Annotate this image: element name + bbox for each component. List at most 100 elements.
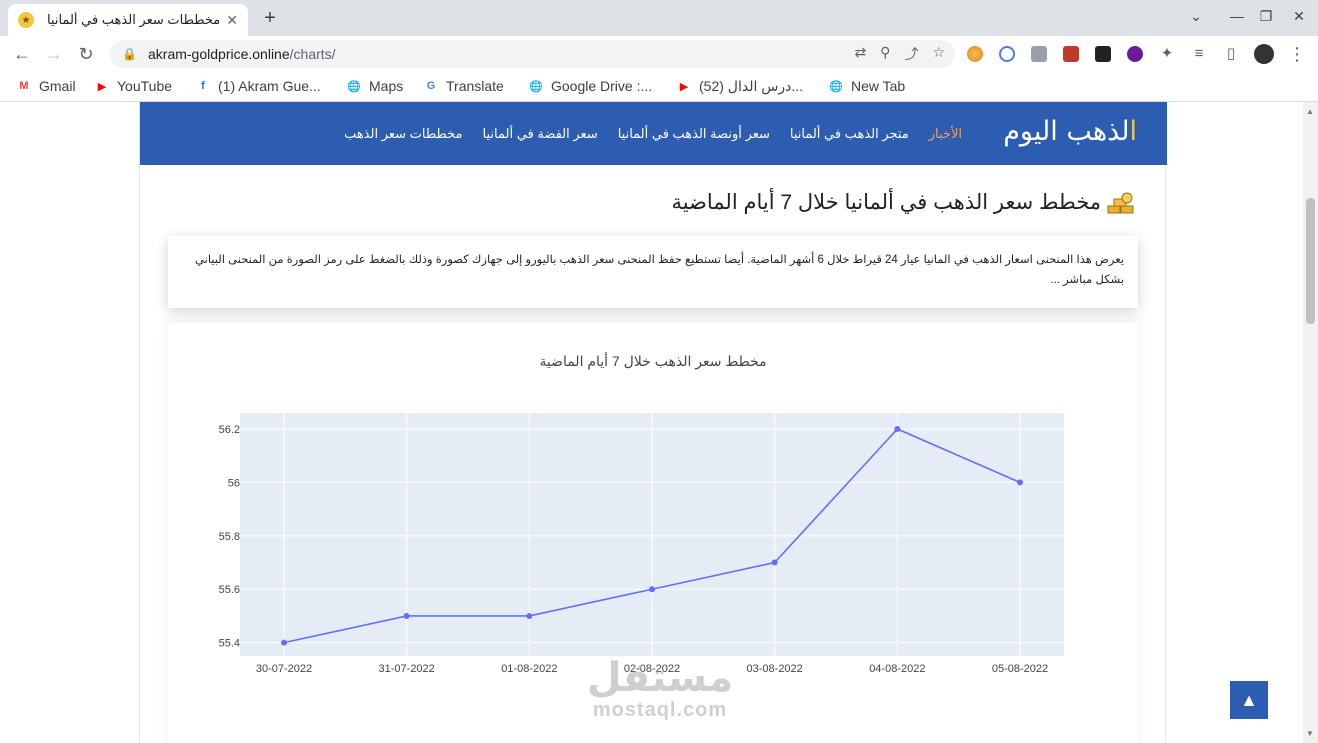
tab-title: مخططات سعر الذهب في ألمانيا <box>46 12 221 27</box>
bookmark-item[interactable]: M Gmail <box>16 78 76 94</box>
share-icon[interactable]: ⤴ <box>904 44 918 64</box>
restore-icon[interactable]: ❐ <box>1255 8 1277 25</box>
globe-icon: 🌐 <box>829 80 843 93</box>
bookmark-item[interactable]: f (1) Akram Gue... <box>195 78 321 94</box>
youtube-icon: ▶ <box>679 81 689 93</box>
bookmark-item[interactable]: G Translate <box>423 78 504 94</box>
media-icon[interactable]: ≡ <box>1187 42 1211 66</box>
profile-avatar[interactable] <box>1254 44 1274 64</box>
x-tick-label: 04-08-2022 <box>869 663 925 675</box>
x-tick-label: 31-07-2022 <box>379 663 435 675</box>
description-text: يعرض هذا المنحنى اسعار الذهب في المانيا … <box>195 254 1124 286</box>
bookmark-item[interactable]: 🌐 New Tab <box>828 78 905 94</box>
y-tick-label: 56.2 <box>219 424 240 436</box>
extension-icon[interactable] <box>1031 46 1047 62</box>
data-point[interactable] <box>771 559 778 566</box>
gold-favicon-icon: ★ <box>18 12 34 28</box>
bookmark-star-icon[interactable]: ☆ <box>932 44 945 64</box>
watermark-english: mostaql.com <box>592 699 728 721</box>
close-window-icon[interactable]: ✕ <box>1288 8 1310 25</box>
bookmark-label: (52) درس الدال... <box>699 78 804 94</box>
zoom-icon[interactable]: ⚲ <box>880 44 890 64</box>
scroll-down-arrow-icon[interactable]: ▼ <box>1306 729 1314 738</box>
bookmark-item[interactable]: ▶ YouTube <box>94 78 172 94</box>
extension-icon[interactable] <box>967 46 983 62</box>
menu-kebab-icon[interactable]: ⋮ <box>1285 42 1309 66</box>
tab-search-icon[interactable]: ⌄ <box>1185 8 1207 25</box>
y-tick-label: 55.4 <box>219 638 240 650</box>
url-host: akram-goldprice.online <box>148 46 290 62</box>
site-brand[interactable]: الذهب اليوم <box>1003 116 1137 147</box>
bookmark-label: New Tab <box>851 78 906 94</box>
bookmark-label: YouTube <box>117 78 173 94</box>
browser-toolbar: ← → ↻ 🔒 akram-goldprice.online/charts/ ⇄… <box>0 36 1318 72</box>
menu-item-silver-price[interactable]: سعر الفضة في ألمانيا <box>483 126 598 142</box>
x-tick-label: 01-08-2022 <box>501 663 557 675</box>
side-panel-icon[interactable]: ▯ <box>1219 42 1243 66</box>
data-point[interactable] <box>526 612 533 619</box>
brand-rest: لذهب اليوم <box>1003 116 1130 147</box>
page-scrollbar[interactable]: ▲ ▼ <box>1303 102 1318 743</box>
gold-bars-icon <box>1107 192 1134 213</box>
extensions-puzzle-icon[interactable]: ✦ <box>1155 42 1179 66</box>
translate-page-icon[interactable]: ⇄ <box>854 44 866 64</box>
new-tab-button[interactable]: + <box>258 6 282 30</box>
extension-icon[interactable] <box>1063 46 1079 62</box>
y-tick-label: 55.8 <box>219 531 240 543</box>
lock-icon[interactable]: 🔒 <box>122 47 137 61</box>
tab-strip: ★ مخططات سعر الذهب في ألمانيا ✕ + ⌄ — ❐ … <box>0 0 1318 36</box>
bookmark-label: Translate <box>446 78 504 94</box>
bookmark-label: Google Drive :... <box>551 78 653 94</box>
data-point[interactable] <box>1017 479 1023 486</box>
url-path: /charts/ <box>289 46 336 62</box>
mostaql-watermark: مستقل mostaql.com <box>580 657 740 722</box>
bookmark-label: (1) Akram Gue... <box>218 78 321 94</box>
back-icon[interactable]: ← <box>10 42 34 66</box>
reload-icon[interactable]: ↻ <box>74 42 98 66</box>
site-navbar: الذهب اليوم الأخبار متجر الذهب في ألماني… <box>140 102 1167 165</box>
menu-item-gold-charts[interactable]: مخططات سعر الذهب <box>344 126 462 142</box>
back-to-top-button[interactable]: ▲ <box>1230 681 1268 719</box>
watermark-arabic: مستقل <box>586 656 734 700</box>
x-tick-label: 30-07-2022 <box>256 663 312 675</box>
data-point[interactable] <box>894 426 901 433</box>
forward-icon[interactable]: → <box>42 42 66 66</box>
bookmark-label: Gmail <box>39 78 76 94</box>
y-tick-label: 56 <box>228 477 240 489</box>
close-tab-icon[interactable]: ✕ <box>226 12 238 29</box>
menu-item-gold-ounce[interactable]: سعر أونصة الذهب في ألمانيا <box>618 126 770 142</box>
browser-tab[interactable]: ★ مخططات سعر الذهب في ألمانيا ✕ <box>8 4 248 36</box>
x-tick-label: 05-08-2022 <box>992 663 1048 675</box>
data-point[interactable] <box>649 586 655 593</box>
address-bar[interactable]: 🔒 akram-goldprice.online/charts/ ⇄ ⚲ ⤴ ☆ <box>110 40 955 68</box>
page-viewport: الذهب اليوم الأخبار متجر الذهب في ألماني… <box>0 102 1303 743</box>
extension-icon[interactable] <box>1127 46 1143 62</box>
youtube-icon: ▶ <box>97 80 107 93</box>
y-tick-label: 55.6 <box>219 584 240 596</box>
data-point[interactable] <box>281 639 287 646</box>
description-card: يعرض هذا المنحنى اسعار الذهب في المانيا … <box>168 236 1138 308</box>
heading-text: مخطط سعر الذهب في ألمانيا خلال 7 أيام ال… <box>671 191 1101 214</box>
page-heading: مخطط سعر الذهب في ألمانيا خلال 7 أيام ال… <box>671 190 1137 215</box>
gmail-icon: M <box>19 80 29 92</box>
globe-icon: 🌐 <box>529 80 543 93</box>
bookmarks-bar: M Gmail ▶ YouTube f (1) Akram Gue... 🌐 Maps G Tra… <box>0 72 1318 102</box>
bookmark-item[interactable]: 🌐 Google Drive :... <box>528 78 652 94</box>
bookmark-label: Maps <box>369 78 404 94</box>
menu-item-gold-store[interactable]: متجر الذهب في ألمانيا <box>790 126 909 142</box>
x-tick-label: 03-08-2022 <box>747 663 803 675</box>
bookmark-item[interactable]: 🌐 Maps <box>346 78 403 94</box>
extension-icon[interactable] <box>999 46 1015 62</box>
vk-extension-icon[interactable] <box>1095 46 1111 62</box>
scroll-up-arrow-icon[interactable]: ▲ <box>1306 107 1314 116</box>
data-point[interactable] <box>403 612 410 619</box>
facebook-icon: f <box>201 80 205 92</box>
globe-icon: 🌐 <box>347 80 361 93</box>
page-container: الذهب اليوم الأخبار متجر الذهب في ألماني… <box>139 102 1268 743</box>
menu-item-news[interactable]: الأخبار <box>929 126 962 142</box>
minimize-icon[interactable]: — <box>1226 8 1248 24</box>
bookmark-item[interactable]: ▶ (52) درس الدال... <box>676 78 803 95</box>
site-menu: الأخبار متجر الذهب في ألمانيا سعر أونصة … <box>344 126 962 142</box>
brand-first-letter: ا <box>1129 116 1137 147</box>
scrollbar-thumb[interactable] <box>1306 198 1315 324</box>
